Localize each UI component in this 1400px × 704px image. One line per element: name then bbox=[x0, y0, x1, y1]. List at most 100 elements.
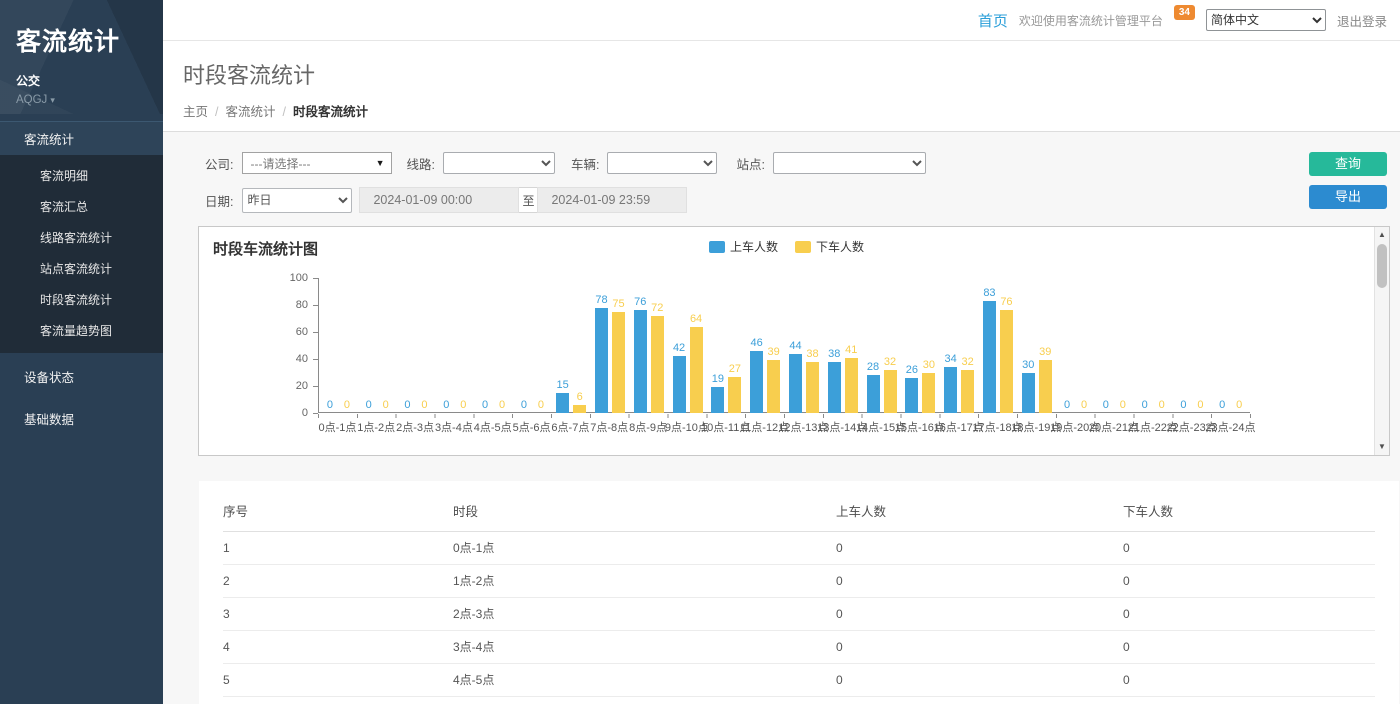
bar-alighting[interactable]: 72 bbox=[651, 316, 664, 413]
sidebar-item-客流汇总[interactable]: 客流汇总 bbox=[0, 191, 163, 222]
sidebar-menu: 客流统计客流明细客流汇总线路客流统计站点客流统计时段客流统计客流量趋势图设备状态… bbox=[0, 121, 163, 437]
table-cell: 1 bbox=[223, 541, 453, 555]
bar-boarding[interactable]: 30 bbox=[1022, 373, 1035, 414]
table-cell: 0 bbox=[836, 607, 1123, 621]
bar-alighting[interactable]: 30 bbox=[922, 373, 935, 414]
filter-row-2: 日期: 昨日 2024-01-09 00:00 至 2024-01-09 23:… bbox=[205, 187, 1400, 213]
scroll-up-icon[interactable]: ▲ bbox=[1375, 228, 1389, 242]
bar-alighting[interactable]: 39 bbox=[767, 360, 780, 413]
logout-link[interactable]: 退出登录 bbox=[1337, 11, 1387, 30]
bar-boarding[interactable]: 19 bbox=[711, 387, 724, 413]
bar-boarding[interactable]: 46 bbox=[750, 351, 763, 413]
export-button[interactable]: 导出 bbox=[1309, 185, 1387, 209]
bar-boarding[interactable]: 34 bbox=[944, 367, 957, 413]
bar-alighting[interactable]: 38 bbox=[806, 362, 819, 413]
x-axis-label-text: 3点-4点 bbox=[435, 419, 473, 435]
x-axis-label: 7点-8点 bbox=[590, 419, 629, 435]
language-select[interactable]: 简体中文 bbox=[1206, 9, 1326, 31]
bar-alighting[interactable]: 75 bbox=[612, 312, 625, 413]
y-tick-label: 60 bbox=[274, 326, 308, 338]
station-select[interactable] bbox=[773, 152, 926, 174]
org-code-label: AQGJ bbox=[16, 94, 47, 106]
table-cell: 0 bbox=[836, 574, 1123, 588]
chart-legend: 上车人数 下车人数 bbox=[199, 238, 1374, 255]
scroll-down-icon[interactable]: ▼ bbox=[1375, 440, 1389, 454]
table-panel: 序号 时段 上车人数 下车人数 10点-1点0021点-2点0032点-3点00… bbox=[199, 481, 1399, 704]
bar-group: 3841 bbox=[823, 358, 862, 413]
breadcrumb: 主页/客流统计/时段客流统计 bbox=[183, 101, 1400, 120]
notification-badge[interactable]: 34 bbox=[1174, 5, 1195, 20]
table-cell: 4点-5点 bbox=[453, 671, 836, 688]
sidebar-item-站点客流统计[interactable]: 站点客流统计 bbox=[0, 253, 163, 284]
chart-y-axis: 020406080100 bbox=[273, 278, 318, 414]
bar-value-label: 0 bbox=[383, 399, 389, 411]
bar-alighting[interactable]: 32 bbox=[961, 370, 974, 413]
table-row: 21点-2点00 bbox=[223, 565, 1375, 598]
col-header-boarding: 上车人数 bbox=[836, 501, 1123, 520]
sidebar-item-线路客流统计[interactable]: 线路客流统计 bbox=[0, 222, 163, 253]
bar-boarding[interactable]: 26 bbox=[905, 378, 918, 413]
chart-bar-groups: 0000000000001567875767242641927463944383… bbox=[319, 278, 1250, 413]
bar-boarding[interactable]: 76 bbox=[634, 310, 647, 413]
breadcrumb-parent[interactable]: 客流统计 bbox=[226, 105, 276, 119]
bar-group: 8376 bbox=[979, 301, 1018, 413]
bar-boarding[interactable]: 83 bbox=[983, 301, 996, 413]
bar-value-label: 39 bbox=[1039, 346, 1051, 358]
scrollbar-thumb[interactable] bbox=[1377, 244, 1387, 288]
x-axis-label: 5点-6点 bbox=[512, 419, 551, 435]
vehicle-select[interactable] bbox=[607, 152, 717, 174]
sidebar-section-客流统计[interactable]: 客流统计 bbox=[0, 121, 163, 155]
bar-value-label: 32 bbox=[962, 356, 974, 368]
bar-value-label: 0 bbox=[1081, 399, 1087, 411]
sidebar-item-客流量趋势图[interactable]: 客流量趋势图 bbox=[0, 315, 163, 346]
bar-value-label: 27 bbox=[729, 363, 741, 375]
table-cell: 0 bbox=[836, 640, 1123, 654]
home-link[interactable]: 首页 bbox=[978, 10, 1008, 31]
bar-alighting[interactable]: 32 bbox=[884, 370, 897, 413]
date-end-input[interactable]: 2024-01-09 23:59 bbox=[537, 187, 687, 213]
bar-alighting[interactable]: 39 bbox=[1039, 360, 1052, 413]
company-dropdown[interactable]: ---请选择--- ▼ bbox=[242, 152, 392, 174]
bar-boarding[interactable]: 38 bbox=[828, 362, 841, 413]
bar-boarding[interactable]: 44 bbox=[789, 354, 802, 413]
company-dropdown-value: ---请选择--- bbox=[250, 155, 310, 172]
bar-boarding[interactable]: 28 bbox=[867, 375, 880, 413]
station-label: 站点: bbox=[736, 154, 764, 173]
bar-alighting[interactable]: 64 bbox=[690, 327, 703, 413]
sidebar-item-客流明细[interactable]: 客流明细 bbox=[0, 160, 163, 191]
x-axis-label: 23点-24点 bbox=[1211, 419, 1250, 435]
bar-boarding[interactable]: 15 bbox=[556, 393, 569, 413]
line-select[interactable] bbox=[443, 152, 555, 174]
bar-value-label: 39 bbox=[768, 346, 780, 358]
sidebar-brand: 客流统计 公交 AQGJ▾ bbox=[0, 0, 163, 114]
bar-value-label: 30 bbox=[1022, 359, 1034, 371]
x-axis-label: 6点-7点 bbox=[551, 419, 590, 435]
date-preset-select[interactable]: 昨日 bbox=[242, 188, 352, 213]
query-button[interactable]: 查询 bbox=[1309, 152, 1387, 176]
x-axis-label: 3点-4点 bbox=[434, 419, 473, 435]
date-start-input[interactable]: 2024-01-09 00:00 bbox=[359, 187, 519, 213]
breadcrumb-separator: / bbox=[215, 105, 218, 119]
filter-row-1: 公司: ---请选择--- ▼ 线路: 车辆: 站点: bbox=[205, 152, 1400, 174]
bar-boarding[interactable]: 78 bbox=[595, 308, 608, 413]
bar-alighting[interactable]: 76 bbox=[1000, 310, 1013, 413]
sidebar-section-设备状态[interactable]: 设备状态 bbox=[0, 358, 163, 395]
breadcrumb-home[interactable]: 主页 bbox=[183, 105, 208, 119]
bar-alighting[interactable]: 6 bbox=[573, 405, 586, 413]
bar-alighting[interactable]: 27 bbox=[728, 377, 741, 413]
table-cell: 1点-2点 bbox=[453, 572, 836, 589]
table-row: 32点-3点00 bbox=[223, 598, 1375, 631]
sidebar-item-时段客流统计[interactable]: 时段客流统计 bbox=[0, 284, 163, 315]
bar-value-label: 0 bbox=[1142, 399, 1148, 411]
bar-value-label: 0 bbox=[1197, 399, 1203, 411]
page-title: 时段客流统计 bbox=[183, 58, 1400, 90]
bar-value-label: 0 bbox=[344, 399, 350, 411]
bar-boarding[interactable]: 42 bbox=[673, 356, 686, 413]
table-body: 10点-1点0021点-2点0032点-3点0043点-4点0054点-5点00… bbox=[223, 532, 1375, 704]
company-label: 公司: bbox=[205, 154, 233, 173]
bar-alighting[interactable]: 41 bbox=[845, 358, 858, 413]
bar-group: 7875 bbox=[591, 308, 630, 413]
sidebar-section-基础数据[interactable]: 基础数据 bbox=[0, 400, 163, 437]
org-code-dropdown[interactable]: AQGJ▾ bbox=[16, 94, 147, 106]
chart-scrollbar[interactable]: ▲ ▼ bbox=[1374, 227, 1389, 455]
